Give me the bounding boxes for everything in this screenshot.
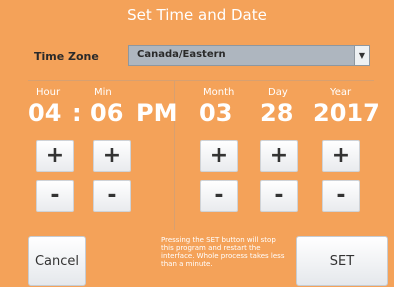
divider-horizontal xyxy=(28,80,374,81)
year-decrement-button[interactable]: - xyxy=(322,180,360,212)
month-value: 03 xyxy=(199,99,233,127)
day-value: 28 xyxy=(260,99,294,127)
year-value: 2017 xyxy=(313,99,380,127)
hour-increment-button[interactable]: + xyxy=(36,140,74,172)
hour-value: 04 xyxy=(28,99,62,127)
time-zone-label: Time Zone xyxy=(34,50,99,63)
min-label: Min xyxy=(94,87,112,98)
month-label: Month xyxy=(203,87,235,98)
set-button[interactable]: SET xyxy=(296,236,388,286)
min-value: 06 xyxy=(90,99,124,127)
hour-decrement-button[interactable]: - xyxy=(36,180,74,212)
screen-title: Set Time and Date xyxy=(127,6,267,24)
time-zone-select[interactable]: Canada/Eastern ▼ xyxy=(128,45,370,66)
day-increment-button[interactable]: + xyxy=(260,140,298,172)
ampm-value: PM xyxy=(136,99,178,127)
month-decrement-button[interactable]: - xyxy=(200,180,238,212)
set-time-date-screen: Set Time and Date Time Zone Canada/Easte… xyxy=(0,0,394,286)
day-decrement-button[interactable]: - xyxy=(260,180,298,212)
chevron-down-icon[interactable]: ▼ xyxy=(354,46,369,65)
restart-note: Pressing the SET button will stop this p… xyxy=(161,236,285,268)
time-separator: : xyxy=(72,99,82,127)
min-increment-button[interactable]: + xyxy=(93,140,131,172)
cancel-button[interactable]: Cancel xyxy=(28,236,86,286)
year-increment-button[interactable]: + xyxy=(322,140,360,172)
hour-label: Hour xyxy=(36,87,61,98)
month-increment-button[interactable]: + xyxy=(200,140,238,172)
year-label: Year xyxy=(330,87,352,98)
time-zone-value: Canada/Eastern xyxy=(137,49,226,60)
min-decrement-button[interactable]: - xyxy=(93,180,131,212)
day-label: Day xyxy=(268,87,288,98)
